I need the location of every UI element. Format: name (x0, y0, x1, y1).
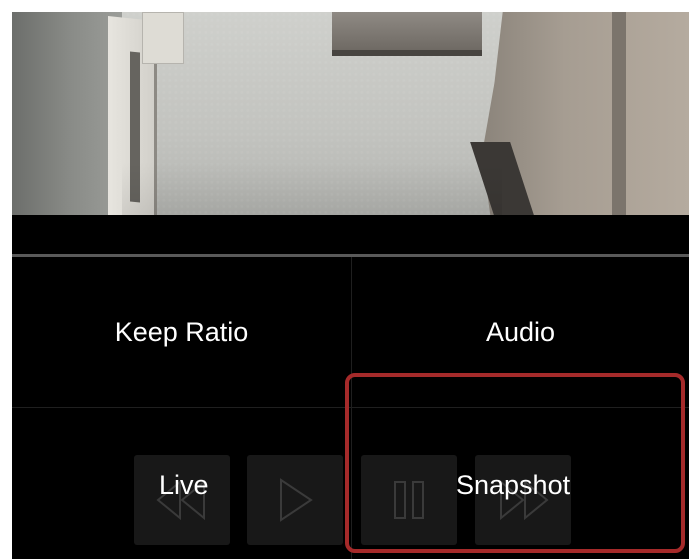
pause-button[interactable] (361, 455, 457, 545)
video-cubicle-divider (612, 12, 626, 215)
audio-label: Audio (485, 316, 556, 347)
snapshot-button[interactable]: Snapshot (456, 472, 570, 499)
audio-button[interactable]: Audio (352, 258, 689, 406)
keep-ratio-label: Keep Ratio (114, 316, 249, 347)
keep-ratio-button[interactable]: Keep Ratio (12, 258, 351, 406)
video-wall (12, 12, 122, 215)
rewind-button[interactable] (134, 455, 230, 545)
live-button[interactable]: Live (159, 472, 209, 499)
video-box (142, 12, 184, 64)
camera-video-feed[interactable] (12, 12, 689, 215)
camera-viewer: Keep Ratio Audio Live Snapshot (12, 12, 689, 559)
menu-grid-divider-horizontal (12, 407, 689, 408)
video-cubicle-back (332, 12, 482, 56)
play-icon (280, 478, 313, 522)
video-floor (122, 162, 502, 215)
pause-icon (394, 481, 424, 519)
play-button[interactable] (247, 455, 343, 545)
live-label: Live (159, 470, 209, 500)
fast-forward-button[interactable] (475, 455, 571, 545)
snapshot-label: Snapshot (456, 470, 571, 500)
